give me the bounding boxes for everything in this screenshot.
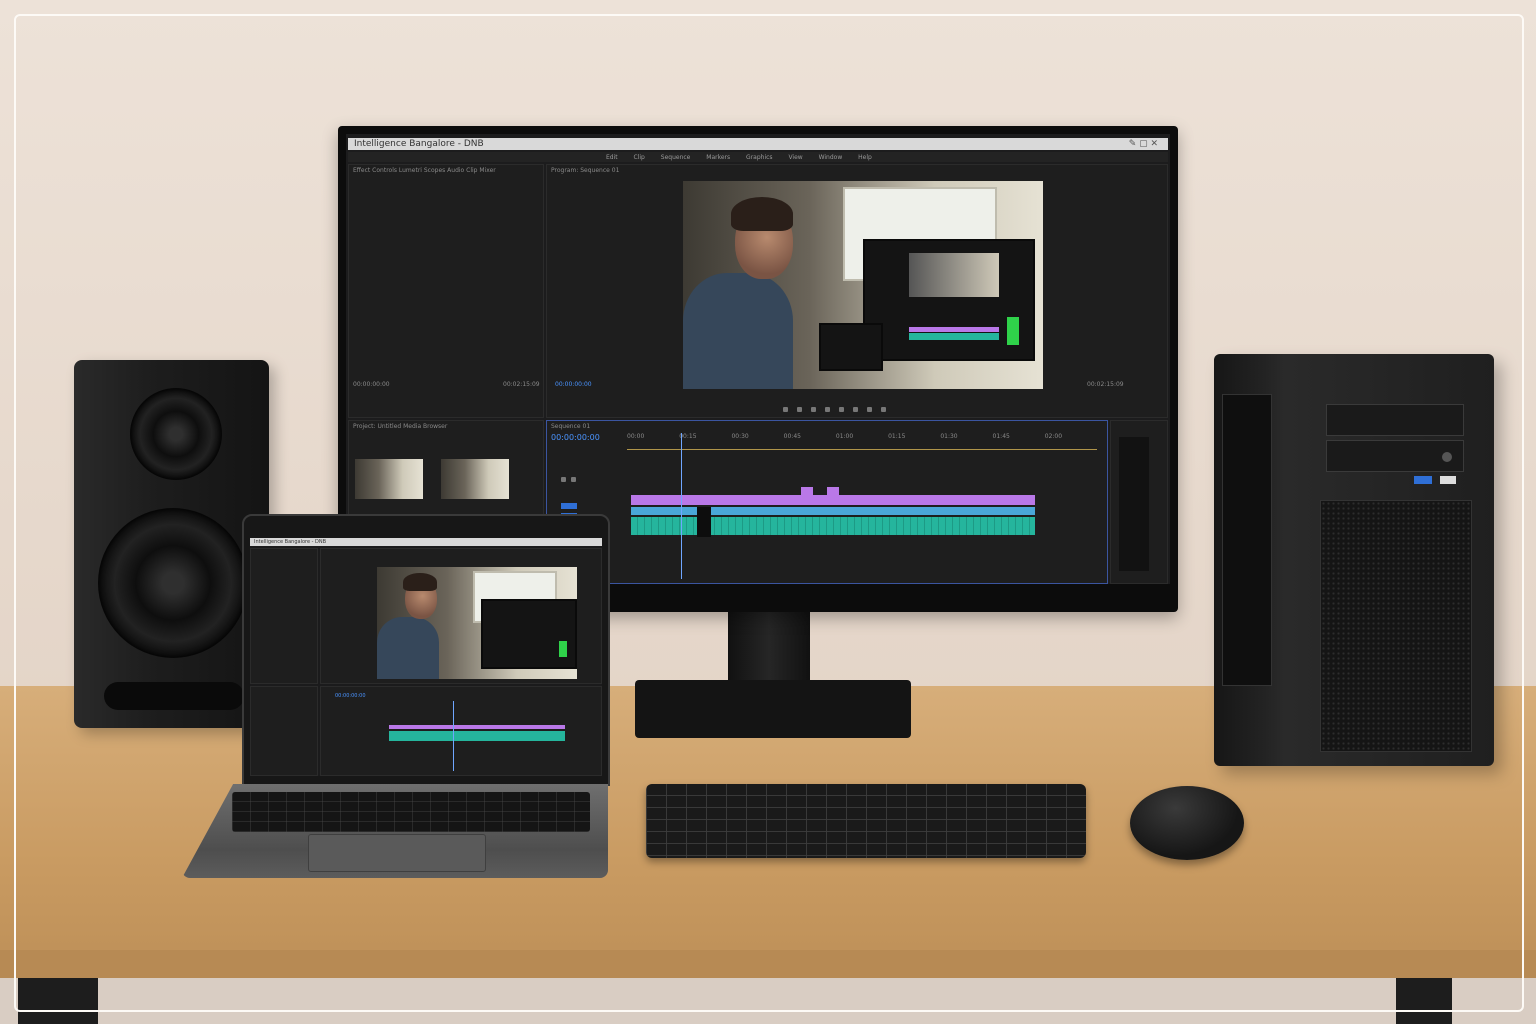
timecode-end: 00:02:15:09 — [503, 381, 540, 388]
effect-controls-panel: Effect Controls Lumetri Scopes Audio Cli… — [348, 164, 544, 418]
project-thumbnail-2[interactable] — [441, 459, 509, 499]
floor — [0, 978, 1536, 1024]
window-controls-icon[interactable]: ✎ ▢ ✕ — [1129, 138, 1158, 150]
work-area-bar — [627, 449, 1097, 450]
laptop-titlebar: Intelligence Bangalore - DNB — [250, 538, 602, 546]
timeline-panel: Sequence 01 00:00:00:00 00:00 00:15 00:30 0… — [546, 420, 1108, 584]
step-back-icon[interactable] — [797, 407, 802, 412]
video-monitor — [481, 599, 577, 669]
program-video-frame[interactable] — [683, 181, 1043, 389]
drive-bay — [1326, 404, 1464, 436]
person-body — [377, 617, 439, 679]
laptop-screen: Intelligence Bangalore - DNB 00:00:00:00 — [250, 538, 602, 776]
person-hair — [731, 197, 793, 231]
usb-port-icon — [1440, 476, 1456, 484]
playhead[interactable] — [681, 433, 682, 579]
ruler-mark: 01:00 — [835, 433, 854, 440]
video-monitor — [863, 239, 1035, 361]
speaker — [74, 360, 269, 728]
panel-header: Effect Controls Lumetri Scopes Audio Cli… — [353, 167, 496, 174]
laptop-program-panel — [320, 548, 602, 684]
desk-leg-right — [1396, 978, 1452, 1024]
panel-footer: 00:00:00:00 00:02:15:09 — [353, 381, 543, 389]
audio-meter-track — [1119, 437, 1149, 571]
ruler-mark: 01:45 — [992, 433, 1010, 440]
video-clip[interactable] — [631, 495, 1035, 505]
video-clip-edit[interactable] — [827, 487, 839, 495]
laptop-effect-panel — [250, 548, 318, 684]
menu-bar: Edit Clip Sequence Markers Graphics View… — [348, 152, 1168, 162]
video-laptop — [819, 323, 883, 371]
sequence-tab[interactable]: Sequence 01 — [551, 423, 590, 430]
export-frame-icon[interactable] — [881, 407, 886, 412]
app-titlebar: Intelligence Bangalore - DNB ✎ ▢ ✕ — [348, 138, 1168, 150]
timecode-left: 00:00:00:00 — [353, 381, 390, 388]
video-clip-edit[interactable] — [801, 487, 813, 495]
audio-meter — [1007, 317, 1019, 345]
video-monitor-image — [909, 253, 999, 297]
sequence-timecode: 00:00:00:00 — [551, 433, 600, 442]
ruler-mark: 00:00 — [627, 433, 645, 440]
laptop-timeline-panel: 00:00:00:00 — [320, 686, 602, 776]
track-lock-icon[interactable] — [561, 477, 566, 482]
app-title: Intelligence Bangalore - DNB — [354, 139, 484, 149]
play-icon[interactable] — [811, 407, 816, 412]
woofer-icon — [98, 508, 248, 658]
insert-icon[interactable] — [853, 407, 858, 412]
keyboard[interactable] — [646, 784, 1086, 858]
ruler-mark: 01:15 — [888, 433, 906, 440]
usb-port-icon — [1414, 476, 1432, 484]
laptop-playhead[interactable] — [453, 701, 454, 771]
laptop-app-title: Intelligence Bangalore - DNB — [254, 539, 327, 545]
ruler-mark: 01:30 — [940, 433, 958, 440]
laptop-video-clip[interactable] — [389, 725, 565, 729]
monitor-stand-base — [635, 680, 911, 738]
tower-pc — [1214, 354, 1494, 766]
audio-clip-1[interactable] — [631, 507, 1035, 515]
laptop-keyboard[interactable] — [232, 792, 590, 832]
mark-out-icon[interactable] — [839, 407, 844, 412]
audio-clip-2[interactable] — [631, 517, 1035, 535]
tweeter-icon — [130, 388, 222, 480]
video-audio-track — [909, 333, 999, 340]
mark-in-icon[interactable] — [783, 407, 788, 412]
bass-port — [104, 682, 244, 710]
laptop-audio-clip[interactable] — [389, 731, 565, 741]
tower-side-window — [1222, 394, 1272, 686]
step-forward-icon[interactable] — [825, 407, 830, 412]
clip-gap — [697, 507, 711, 537]
video-clip-track — [909, 327, 999, 332]
laptop-video-frame[interactable] — [377, 567, 577, 679]
ruler-mark: 00:30 — [731, 433, 749, 440]
person-hair — [403, 573, 437, 591]
audio-meter — [559, 641, 567, 657]
mouse[interactable] — [1130, 786, 1244, 860]
power-button-icon[interactable] — [1442, 452, 1452, 462]
time-ruler: 00:00 00:15 00:30 00:45 01:00 01:15 01:30 01:45… — [627, 433, 1097, 441]
ruler-mark: 02:00 — [1044, 433, 1063, 440]
program-header: Program: Sequence 01 — [551, 167, 620, 174]
track-eye-icon[interactable] — [571, 477, 576, 482]
desk-edge — [0, 950, 1536, 980]
laptop-trackpad[interactable] — [308, 834, 486, 872]
laptop-project-panel — [250, 686, 318, 776]
laptop-sequence-timecode: 00:00:00:00 — [335, 693, 366, 699]
project-thumbnail-1[interactable] — [355, 459, 423, 499]
program-timecode: 00:00:00:00 — [555, 381, 592, 388]
ruler-mark: 00:45 — [783, 433, 801, 440]
audio-meters-panel — [1110, 420, 1168, 584]
person-body — [683, 273, 793, 389]
program-duration: 00:02:15:09 — [1087, 381, 1124, 388]
overwrite-icon[interactable] — [867, 407, 872, 412]
desk-leg-left — [18, 978, 98, 1024]
program-monitor-panel: Program: Sequence 01 00:00:00:00 00:02:1… — [546, 164, 1168, 418]
project-header: Project: Untitled Media Browser — [353, 423, 448, 430]
track-target-v1[interactable] — [561, 503, 577, 509]
menu-items[interactable]: Edit Clip Sequence Markers Graphics View… — [606, 154, 872, 161]
front-mesh — [1320, 500, 1472, 752]
